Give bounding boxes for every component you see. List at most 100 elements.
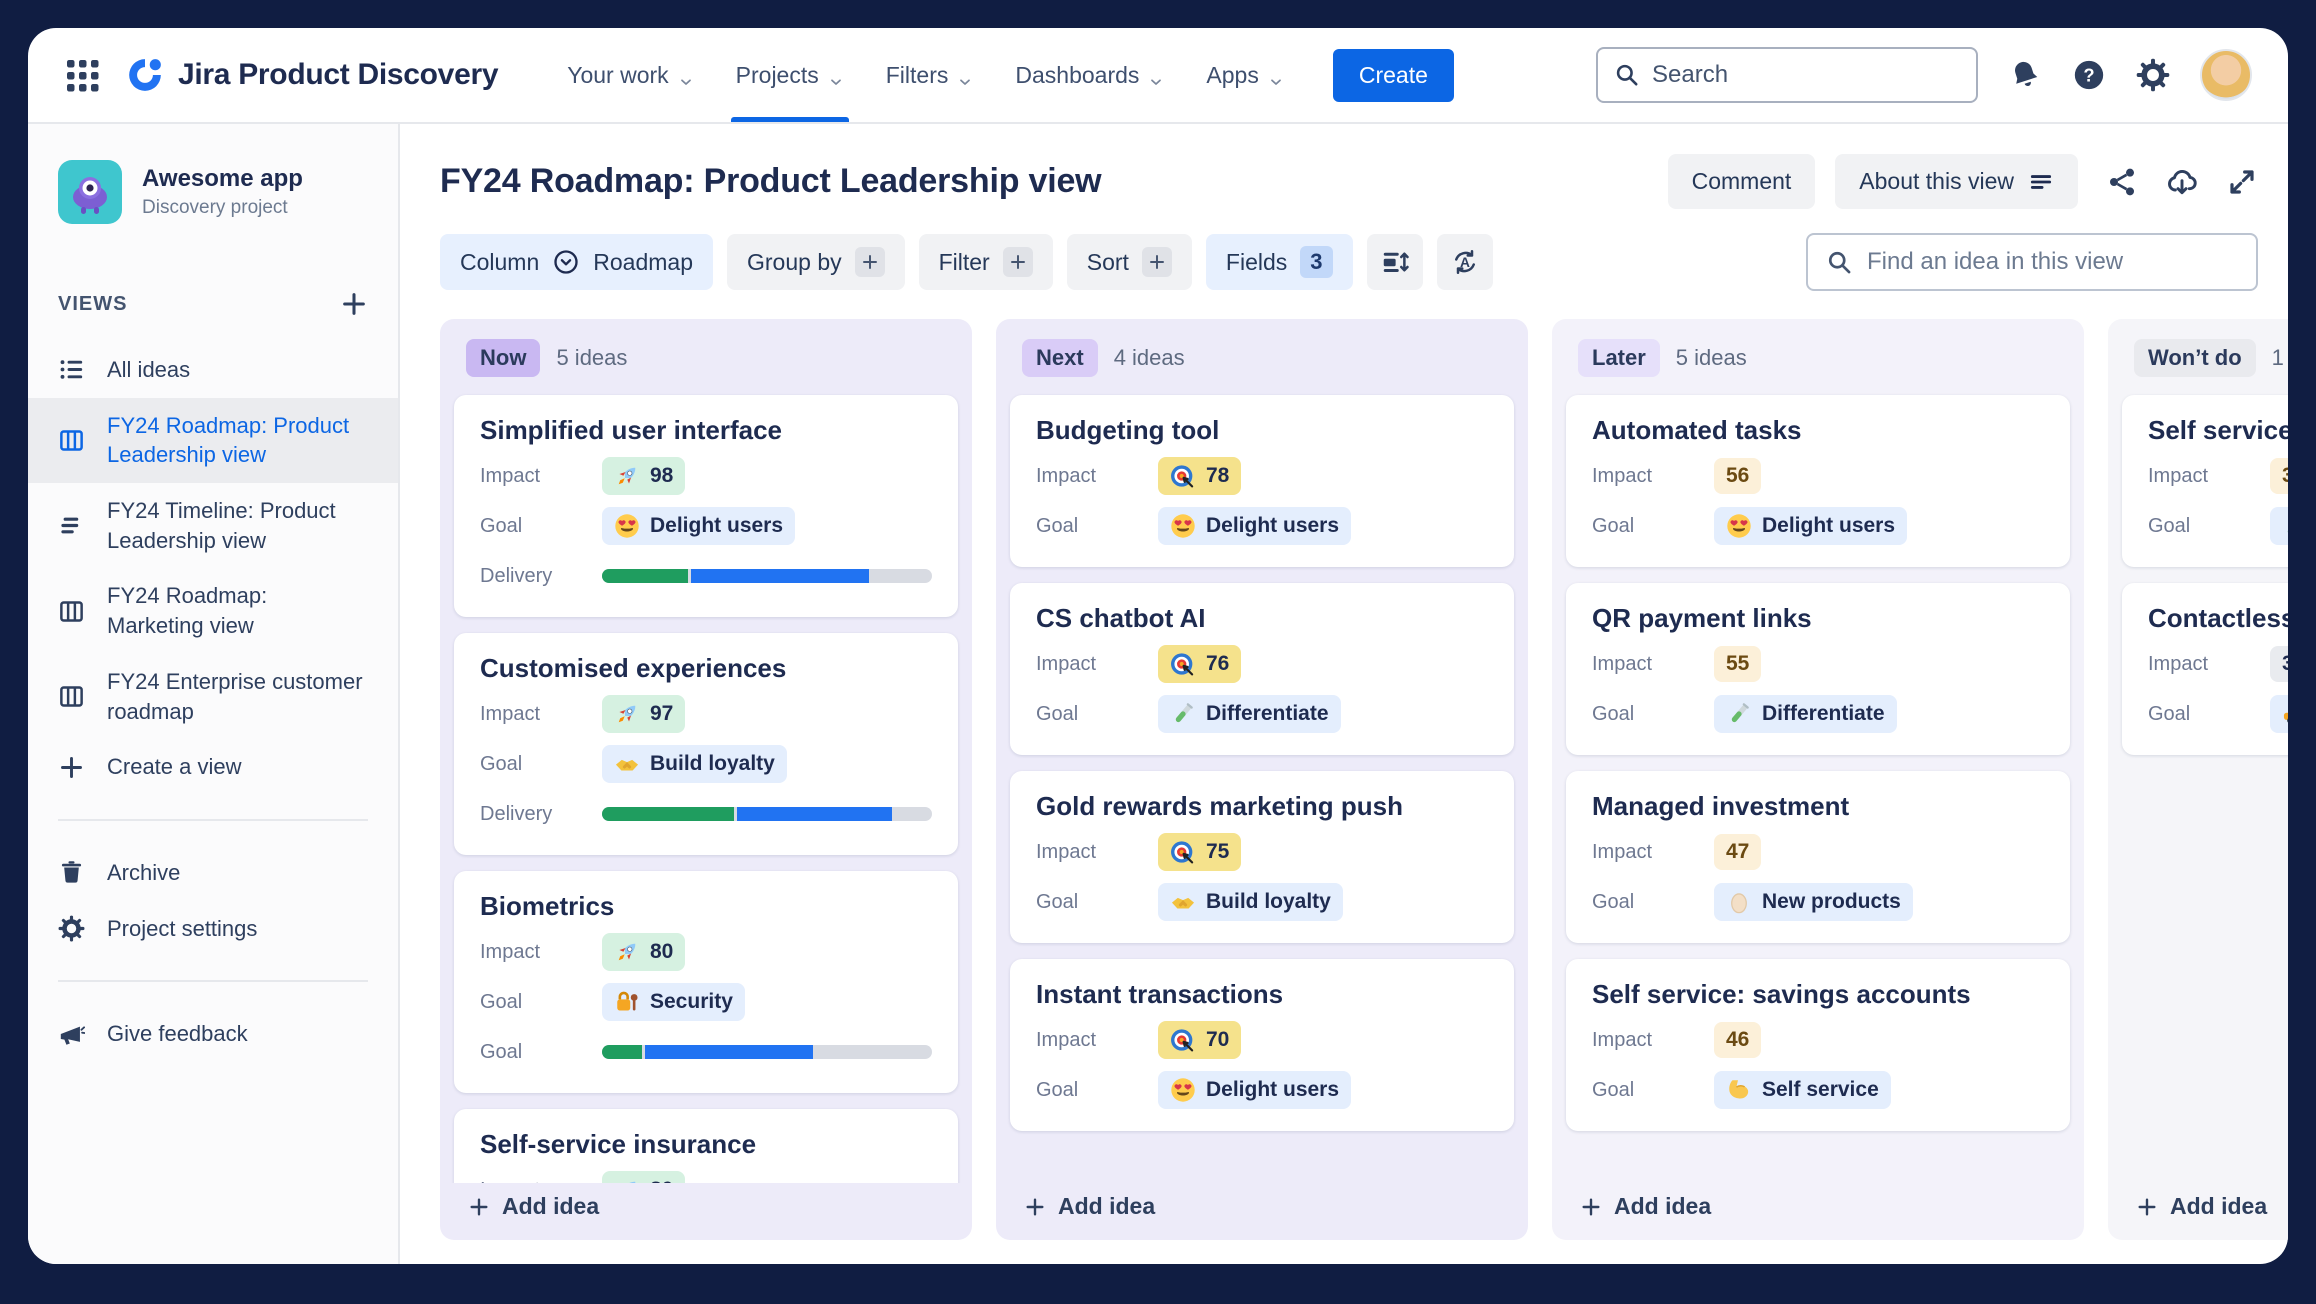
idea-card[interactable]: CS chatbot AI Impact 76 Goal Differentiate: [1010, 583, 1514, 755]
test-tube-icon: [1170, 701, 1196, 727]
goal-pill: Delight users: [602, 507, 796, 545]
settings-gear-icon[interactable]: [2136, 58, 2170, 92]
filter-label: Filter: [938, 248, 990, 275]
field-label: Goal: [480, 752, 523, 775]
sidebar-item-fy24-enterprise-customer-roadmap[interactable]: FY24 Enterprise customer roadmap: [28, 654, 398, 739]
goal-pill: Differentiate: [1158, 695, 1341, 733]
add-view-plus-icon[interactable]: [340, 290, 368, 318]
fields-button[interactable]: Fields 3: [1205, 234, 1353, 290]
nav-item-dashboards[interactable]: Dashboards: [994, 28, 1185, 122]
idea-card[interactable]: Self-service insuranceImpact80GoalSelf s…: [454, 1109, 958, 1183]
row-height-button[interactable]: [1366, 234, 1423, 290]
app-switcher-icon[interactable]: [64, 57, 100, 93]
idea-card[interactable]: Instant transactions Impact 70 Goal Delight …: [1010, 959, 1514, 1131]
sidebar-item-fy24-timeline-product-leadership-view[interactable]: FY24 Timeline: Product Leadership view: [28, 483, 398, 568]
about-this-view-button[interactable]: About this view: [1835, 154, 2078, 209]
rocket-icon: [614, 701, 640, 727]
svg-text:A: A: [1460, 255, 1470, 270]
sidebar-item-fy24-roadmap-marketing-view[interactable]: FY24 Roadmap: Marketing view: [28, 568, 398, 653]
column-roadmap-button[interactable]: Column Roadmap: [440, 234, 713, 290]
nav-item-apps[interactable]: Apps: [1185, 28, 1304, 122]
field-label: Impact: [1592, 652, 1653, 675]
filter-button[interactable]: Filter: [918, 234, 1053, 290]
group-by-label: Group by: [747, 248, 842, 275]
add-idea-label: Add idea: [2170, 1193, 2268, 1219]
auto-sort-button[interactable]: A: [1436, 234, 1493, 290]
cloud-download-icon[interactable]: [2166, 166, 2198, 198]
sidebar-item-give-feedback[interactable]: Give feedback: [28, 1006, 398, 1062]
biceps-icon: [1726, 1077, 1752, 1103]
taxi-icon: [2282, 701, 2288, 727]
impact-pill: 36: [2270, 458, 2288, 494]
idea-card[interactable]: Budgeting tool Impact 78 Goal Delight users: [1010, 395, 1514, 567]
idea-card[interactable]: Managed investment Impact 47 Goal New produc…: [1566, 771, 2070, 943]
nav-item-projects[interactable]: Projects: [715, 28, 865, 122]
project-header[interactable]: Awesome app Discovery project: [28, 160, 398, 224]
notifications-bell-icon[interactable]: [2008, 58, 2042, 92]
sidebar-item-create-a-view[interactable]: Create a view: [28, 739, 398, 795]
find-idea-search[interactable]: [1806, 233, 2258, 291]
column-status-badge: Won’t do: [2134, 339, 2256, 377]
add-idea-button[interactable]: Add idea: [2108, 1183, 2288, 1240]
product-logo[interactable]: Jira Product Discovery: [126, 56, 499, 94]
field-label: Goal: [480, 990, 523, 1013]
add-idea-button[interactable]: Add idea: [440, 1183, 972, 1240]
pill-value: 46: [1726, 1028, 1750, 1051]
idea-card[interactable]: Simplified user interface Impact 98 Goal Del…: [454, 395, 958, 617]
fullscreen-expand-icon[interactable]: [2226, 166, 2258, 198]
idea-card[interactable]: Self service: Impact 36 Goal: [2122, 395, 2288, 567]
sidebar-item-archive[interactable]: Archive: [28, 845, 398, 901]
idea-card-title: QR payment links: [1592, 603, 1812, 633]
goal-pill: New products: [1714, 883, 1913, 921]
idea-card[interactable]: Customised experiences Impact 97 Goal Build …: [454, 633, 958, 855]
column-status-badge: Later: [1578, 339, 1660, 377]
impact-pill: 80: [602, 1171, 686, 1183]
comment-button[interactable]: Comment: [1667, 154, 1816, 209]
create-button[interactable]: Create: [1332, 48, 1454, 102]
field-label: Impact: [2148, 652, 2209, 675]
timeline-icon: [58, 512, 85, 539]
global-search-input[interactable]: [1652, 61, 1960, 89]
nav-item-filters[interactable]: Filters: [865, 28, 995, 122]
field-label: Delivery: [480, 802, 553, 825]
idea-card[interactable]: Automated tasks Impact 56 Goal Delight users: [1566, 395, 2070, 567]
help-icon[interactable]: ?: [2072, 58, 2106, 92]
nav-item-your-work[interactable]: Your work: [546, 28, 714, 122]
global-search[interactable]: [1596, 47, 1978, 103]
sidebar-item-label: FY24 Enterprise customer roadmap: [107, 668, 363, 724]
progress-segment-done: [602, 1045, 642, 1059]
add-idea-button[interactable]: Add idea: [1552, 1183, 2084, 1240]
impact-pill: 78: [1158, 457, 1242, 495]
user-avatar[interactable]: [2200, 49, 2252, 101]
board-icon: [58, 683, 85, 710]
add-idea-button[interactable]: Add idea: [996, 1183, 1528, 1240]
idea-card[interactable]: Gold rewards marketing push Impact 75 Goal B…: [1010, 771, 1514, 943]
field-label: Goal: [1592, 1078, 1635, 1101]
idea-card[interactable]: Self service: savings accounts Impact 46 Go…: [1566, 959, 2070, 1131]
sidebar-item-project-settings[interactable]: Project settings: [28, 901, 398, 957]
pill-value: Build loyalty: [650, 752, 775, 775]
field-label: Impact: [1592, 840, 1653, 863]
sidebar-item-all-ideas[interactable]: All ideas: [28, 342, 398, 398]
pill-value: Differentiate: [1206, 702, 1329, 725]
sidebar: Awesome app Discovery project VIEWS All …: [28, 124, 400, 1264]
delivery-progress-bar: [602, 569, 932, 583]
idea-card-title: Budgeting tool: [1036, 415, 1220, 445]
column-cards: Simplified user interface Impact 98 Goal Del…: [440, 391, 972, 1183]
idea-card[interactable]: Contactless Impact 30 Goal: [2122, 583, 2288, 755]
field-label: Impact: [1036, 464, 1097, 487]
plus-icon: [1141, 247, 1172, 277]
sidebar-item-fy24-roadmap-product-leadership-view[interactable]: FY24 Roadmap: Product Leadership view: [28, 397, 398, 484]
idea-card[interactable]: Biometrics Impact 80 Goal Security Goal: [454, 871, 958, 1093]
list-icon: [58, 356, 85, 383]
plus-icon: [58, 754, 85, 781]
sort-button[interactable]: Sort: [1066, 234, 1192, 290]
goal-pill: Security: [602, 983, 745, 1021]
idea-card[interactable]: QR payment links Impact 55 Goal Differentiat…: [1566, 583, 2070, 755]
find-idea-input[interactable]: [1867, 248, 2238, 276]
page-title: FY24 Roadmap: Product Leadership view: [440, 162, 1102, 200]
impact-pill: 80: [602, 933, 686, 971]
share-icon[interactable]: [2106, 166, 2138, 198]
group-by-button[interactable]: Group by: [727, 234, 905, 290]
column-idea-count: 5 ideas: [556, 345, 628, 370]
